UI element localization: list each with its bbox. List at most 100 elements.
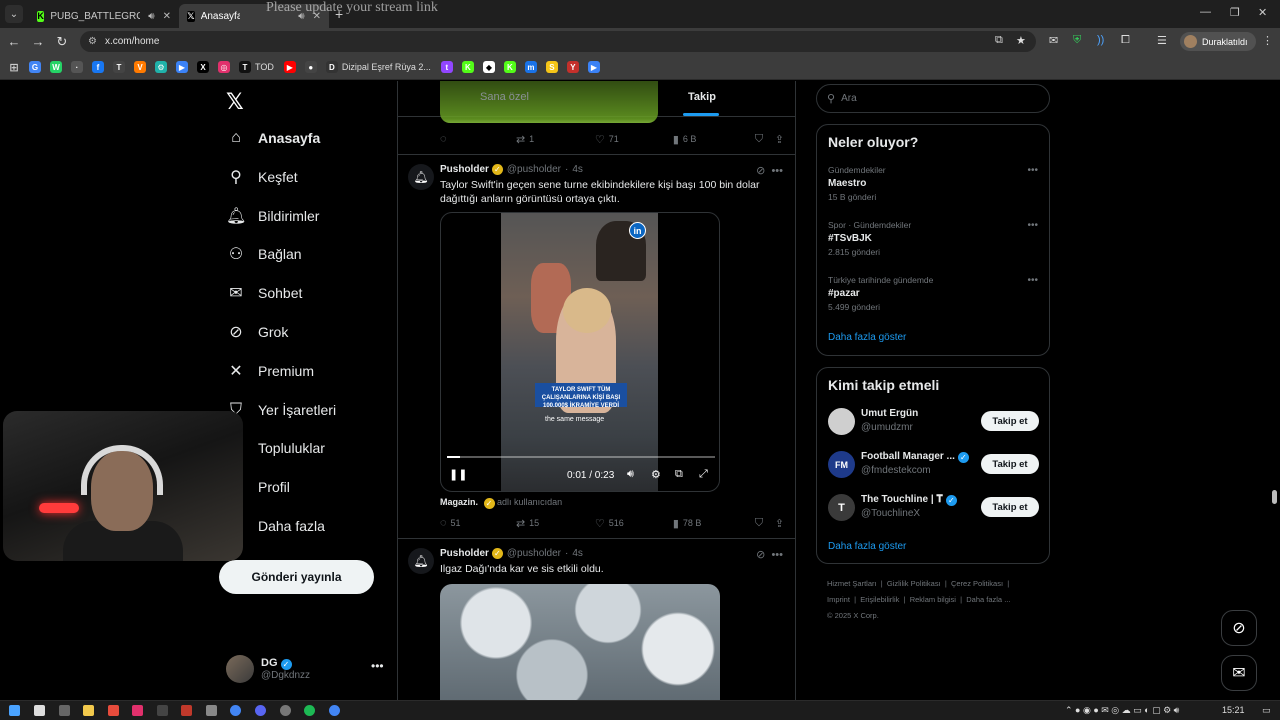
tab-following[interactable]: Takip: [688, 91, 716, 103]
bookmark-label[interactable]: TOD: [255, 62, 274, 72]
footer-link[interactable]: Hizmet Şartları: [827, 579, 877, 588]
back-button[interactable]: ←: [2, 34, 26, 49]
file-icon[interactable]: [34, 705, 45, 716]
more-icon[interactable]: •••: [771, 549, 783, 561]
follow-suggestion[interactable]: T The Touchline | 𝐓 ✓ @TouchlineX Takip e…: [828, 493, 1040, 523]
footer-link[interactable]: Erişilebilirlik: [860, 595, 899, 604]
bookmark-button[interactable]: ⛉: [755, 517, 775, 530]
windows-start-icon[interactable]: [9, 705, 20, 716]
footer-link[interactable]: Imprint: [827, 595, 850, 604]
extensions-icon[interactable]: ⧠: [1121, 34, 1130, 47]
ytx-icon[interactable]: Y: [566, 61, 579, 73]
spotify-icon[interactable]: [304, 705, 315, 716]
footer-link[interactable]: Daha fazla ...: [966, 595, 1010, 604]
nav-item-search[interactable]: ⚲ Keşfet: [226, 162, 298, 192]
close-window-button[interactable]: ✕: [1258, 6, 1267, 19]
more-options-icon[interactable]: •••: [371, 659, 384, 673]
diamond-icon[interactable]: ◆: [482, 61, 495, 73]
grok-fab-button[interactable]: ⊘: [1221, 610, 1257, 646]
restore-button[interactable]: ❐: [1230, 6, 1240, 19]
speaker-icon[interactable]: 🔊︎: [148, 11, 154, 22]
messages-fab-button[interactable]: ✉: [1221, 655, 1257, 691]
scrollbar-thumb[interactable]: [1272, 490, 1277, 504]
author-name[interactable]: Pusholder: [440, 548, 489, 559]
more-icon[interactable]: •••: [1027, 275, 1038, 286]
nav-item-bell[interactable]: 🔔︎ Bildirimler: [226, 201, 319, 231]
notification-icon[interactable]: ▭: [1262, 705, 1271, 716]
views-button[interactable]: ▮ 6 B: [673, 133, 755, 146]
twitch-icon[interactable]: t: [440, 61, 453, 73]
video-source[interactable]: Magazin. ✓ adlı kullanıcıdan: [440, 497, 562, 509]
pusholder-avatar[interactable]: 🔔︎: [408, 164, 434, 190]
forward-button[interactable]: →: [26, 34, 50, 49]
more-icon[interactable]: •••: [771, 165, 783, 177]
arrow-app-icon[interactable]: [59, 705, 70, 716]
footer-link[interactable]: Gizlilik Politikası: [887, 579, 941, 588]
nav-item-x[interactable]: ✕ Premium: [226, 356, 314, 386]
nav-item-home[interactable]: ⌂ Anasayfa: [226, 123, 320, 153]
media-controls-icon[interactable]: ☰: [1157, 34, 1167, 47]
app-icon[interactable]: [206, 705, 217, 716]
play-icon[interactable]: ▶: [176, 61, 188, 73]
author-name[interactable]: Pusholder: [440, 164, 489, 175]
shield-extension-icon[interactable]: ⛨: [1073, 34, 1081, 47]
s-icon[interactable]: S: [545, 61, 558, 73]
clock[interactable]: 15:21: [1222, 705, 1245, 715]
tweet-time[interactable]: 4s: [572, 548, 583, 559]
trend-item[interactable]: Gündemdekiler Maestro 15 B gönderi •••: [828, 165, 1040, 202]
tab-search-button[interactable]: ⌄: [5, 5, 23, 23]
browser-menu-icon[interactable]: ⋮: [1262, 34, 1273, 47]
tab-pubg[interactable]: K PUBG_BATTLEGROUNDSTR 🔊︎ ✕: [29, 4, 179, 28]
tray-icons[interactable]: ⌃ ● ◉ ● ✉ ◎ ☁ ▭ ◐ ▢ ⚙ 🔊︎: [1065, 705, 1179, 716]
who-show-more-link[interactable]: Daha fazla göster: [828, 541, 906, 552]
m-icon[interactable]: m: [524, 61, 537, 73]
gear-icon[interactable]: ⚙: [155, 61, 167, 73]
close-icon[interactable]: ✕: [163, 11, 171, 22]
twitch-like-icon[interactable]: T: [113, 61, 125, 73]
v-icon[interactable]: V: [134, 61, 146, 73]
pip-icon[interactable]: ⧉: [675, 468, 683, 481]
repost-button[interactable]: ⇄ 15: [516, 517, 595, 530]
arrow-icon[interactable]: ▶: [587, 61, 600, 73]
google-icon[interactable]: G: [29, 61, 41, 73]
reload-button[interactable]: ↻: [50, 34, 74, 50]
author-handle[interactable]: @pusholder: [507, 164, 561, 175]
video-player[interactable]: in TAYLOR SWIFT TÜM ÇALIŞANLARINA KİŞİ B…: [440, 212, 720, 492]
tod-icon[interactable]: T: [239, 61, 251, 73]
profile-button[interactable]: Duraklatıldı: [1180, 32, 1256, 51]
nav-item-add-person[interactable]: ⚇ Bağlan: [226, 239, 302, 269]
search-input[interactable]: ⚲ Ara: [816, 84, 1050, 113]
trend-item[interactable]: Türkiye tarihinde gündemde #pazar 5.499 …: [828, 275, 1040, 312]
generic-icon[interactable]: ·: [71, 61, 83, 73]
app-icon[interactable]: [280, 705, 291, 716]
pusholder-avatar[interactable]: 🔔︎: [408, 548, 434, 574]
minimize-button[interactable]: —: [1200, 6, 1211, 18]
tweet-photo[interactable]: [440, 584, 720, 700]
cast-icon[interactable]: ⧉: [995, 34, 1003, 47]
share-button[interactable]: ⇪: [775, 133, 788, 146]
app-icon[interactable]: [181, 705, 192, 716]
chrome-active-icon[interactable]: [329, 705, 340, 716]
footer-link[interactable]: Reklam bilgisi: [910, 595, 956, 604]
mail-extension-icon[interactable]: ✉: [1049, 34, 1058, 47]
post-button[interactable]: Gönderi yayınla: [219, 560, 374, 594]
reply-button[interactable]: ◌: [440, 133, 516, 145]
share-button[interactable]: ⇪: [775, 517, 788, 530]
kick-icon[interactable]: K: [461, 61, 474, 73]
dizipal-icon[interactable]: D: [325, 61, 338, 73]
pause-icon[interactable]: ❚❚: [449, 468, 467, 481]
app-icon[interactable]: [108, 705, 119, 716]
volume-icon[interactable]: 🔊︎: [627, 468, 634, 481]
tab-for-you[interactable]: Sana özel: [480, 91, 529, 103]
site-info-icon[interactable]: ⚙: [88, 36, 97, 47]
star-icon[interactable]: ★: [1016, 34, 1026, 47]
chrome-icon[interactable]: [230, 705, 241, 716]
grok-icon[interactable]: ⊘: [756, 165, 765, 177]
like-button[interactable]: ♡ 71: [595, 133, 673, 146]
circle-icon[interactable]: ●: [304, 61, 317, 73]
more-icon[interactable]: •••: [1027, 165, 1038, 176]
nav-item-bookmark[interactable]: ⛉ Yer İşaretleri: [226, 395, 336, 425]
trend-item[interactable]: Spor · Gündemdekiler #TSvBJK 2.815 gönde…: [828, 220, 1040, 257]
more-icon[interactable]: •••: [1027, 220, 1038, 231]
nav-item-mail[interactable]: ✉ Sohbet: [226, 278, 302, 308]
